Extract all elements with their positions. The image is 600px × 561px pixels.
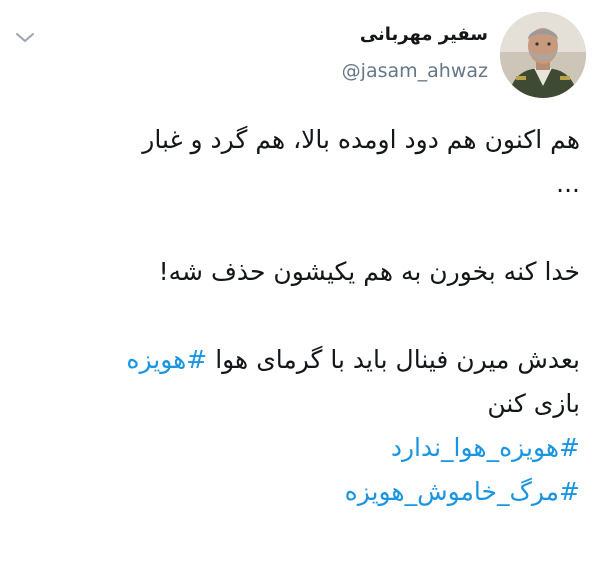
display-name[interactable]: سفیر مهربانی <box>360 24 488 45</box>
tweet-line: ... <box>556 169 580 198</box>
tweet-line: هم اکنون هم دود اومده بالا، هم گرد و غبا… <box>142 125 580 154</box>
tweet-line: خدا کنه بخورن به هم یکیشون حذف شه! <box>158 257 580 286</box>
hashtag-link[interactable]: #هویزه <box>126 345 207 374</box>
tweet-text: هم اکنون هم دود اومده بالا، هم گرد و غبا… <box>20 118 580 514</box>
user-handle[interactable]: @jasam_ahwaz <box>342 60 488 82</box>
avatar[interactable] <box>500 12 586 98</box>
hashtag-link[interactable]: #مرگ_خاموش_هویزه <box>20 470 580 514</box>
hashtag-link[interactable]: #هویزه_هوا_ندارد <box>20 426 580 470</box>
tweet-card: سفیر مهربانی @jasam_ahwaz هم اکنون هم دو… <box>0 0 600 561</box>
tweet-line-text: بعدش میرن فینال باید با گرمای هوا <box>207 345 580 374</box>
chevron-down-icon[interactable] <box>14 30 36 44</box>
tweet-line: بازی کنن <box>487 389 580 418</box>
tweet-line: بعدش میرن فینال باید با گرمای هوا #هویزه <box>20 338 580 382</box>
